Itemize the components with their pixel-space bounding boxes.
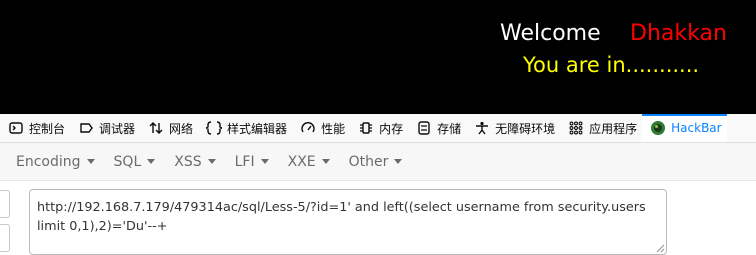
debugger-icon: [78, 120, 94, 136]
caret-down-icon: [207, 159, 216, 164]
style-editor-icon: [206, 120, 223, 136]
menu-label: Other: [348, 153, 389, 170]
devtools-tab-bar: 控制台 调试器 网络 样式编辑器 性能 内存 存储 无障碍环境 应用程序 Hac…: [0, 114, 756, 143]
network-icon: [148, 120, 164, 136]
caret-down-icon: [321, 159, 330, 164]
tab-application[interactable]: 应用程序: [560, 114, 642, 142]
tab-storage[interactable]: 存储: [408, 114, 466, 142]
caret-down-icon: [394, 159, 403, 164]
load-url-button[interactable]: [0, 190, 10, 218]
menu-label: XXE: [287, 153, 316, 170]
encoding-menu[interactable]: Encoding: [16, 154, 95, 170]
other-menu[interactable]: Other: [349, 154, 403, 170]
caret-down-icon: [260, 159, 269, 164]
tab-console[interactable]: 控制台: [0, 114, 70, 142]
tab-performance[interactable]: 性能: [292, 114, 350, 142]
performance-icon: [300, 120, 316, 136]
console-icon: [8, 120, 24, 136]
tab-label: 存储: [437, 121, 462, 136]
menu-label: Encoding: [16, 153, 81, 170]
url-textarea[interactable]: [29, 189, 667, 255]
memory-icon: [358, 120, 374, 136]
tab-network[interactable]: 网络: [140, 114, 198, 142]
tab-label: 样式编辑器: [227, 121, 288, 136]
xxe-menu[interactable]: XXE: [288, 154, 330, 170]
tab-debugger[interactable]: 调试器: [70, 114, 140, 142]
tab-accessibility[interactable]: 无障碍环境: [466, 114, 560, 142]
xss-menu[interactable]: XSS: [174, 153, 216, 170]
accessibility-icon: [474, 120, 490, 136]
hackbar-toolbar: Encoding SQL XSS LFI XXE Other: [0, 143, 756, 181]
tab-label: 控制台: [29, 121, 66, 136]
tab-label: 无障碍环境: [495, 121, 556, 136]
lfi-menu[interactable]: LFI: [235, 154, 269, 170]
tab-memory[interactable]: 内存: [350, 114, 408, 142]
sql-menu[interactable]: SQL: [114, 154, 156, 170]
tab-label: 性能: [321, 121, 346, 136]
menu-label: LFI: [234, 153, 255, 170]
status-text: You are in...........: [523, 53, 700, 77]
welcome-text: Welcome: [500, 21, 601, 46]
storage-icon: [416, 120, 432, 136]
split-url-button[interactable]: [0, 224, 10, 252]
application-icon: [568, 120, 584, 136]
tab-style-editor[interactable]: 样式编辑器: [198, 114, 292, 142]
menu-label: SQL: [113, 153, 142, 170]
tab-label: 调试器: [99, 121, 136, 136]
page-content: Welcome Dhakkan You are in...........: [0, 0, 756, 114]
tab-label: 网络: [169, 121, 194, 136]
caret-down-icon: [147, 159, 156, 164]
tab-label: 内存: [379, 121, 404, 136]
tab-label: HackBar: [671, 121, 722, 135]
tab-label: 应用程序: [589, 121, 638, 136]
caret-down-icon: [86, 159, 95, 164]
menu-label: XSS: [174, 153, 202, 170]
resize-grip-icon[interactable]: [653, 241, 665, 253]
tab-hackbar[interactable]: HackBar: [642, 114, 727, 142]
user-name-text: Dhakkan: [630, 21, 727, 46]
hackbar-icon: [650, 120, 666, 136]
